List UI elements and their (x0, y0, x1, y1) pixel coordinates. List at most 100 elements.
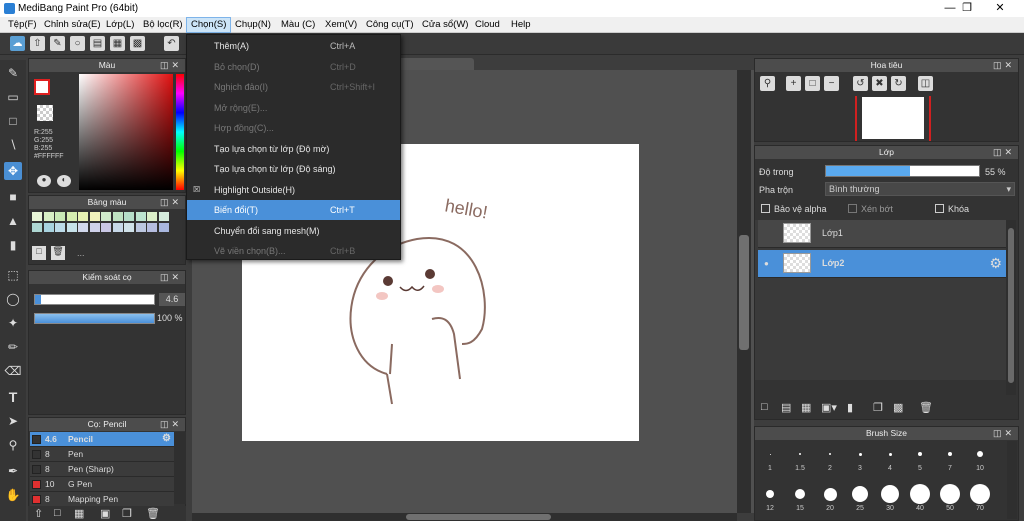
folder-icon[interactable]: ▮ (847, 401, 853, 414)
new-layer-icon[interactable]: □ (761, 401, 768, 413)
menu-option[interactable]: Biến đổi(T) Ctrl+T (187, 200, 400, 220)
panel-controls-icon[interactable]: ◫✕ (993, 59, 1015, 72)
brush-settings-icon[interactable]: ▦ (74, 507, 84, 520)
menu-tools[interactable]: Công cụ(T) (362, 17, 418, 33)
layer-list-scrollbar[interactable] (1006, 220, 1016, 395)
canvas-vertical-scrollbar[interactable] (737, 70, 751, 513)
brush-tool-icon[interactable]: ✎ (4, 64, 22, 82)
cloud-icon[interactable]: ☁ (10, 36, 25, 51)
color-history-icon[interactable]: ◐ (57, 175, 71, 187)
flip-icon[interactable]: ◫ (918, 76, 933, 91)
palette-swatch[interactable] (124, 223, 134, 232)
palette-swatch[interactable] (89, 223, 100, 232)
palette-swatch[interactable] (158, 212, 169, 221)
rotate-right-icon[interactable]: ↻ (891, 76, 906, 91)
layer-opacity-slider[interactable] (825, 165, 980, 177)
chat-icon[interactable]: ✎ (50, 36, 65, 51)
palette-swatch[interactable] (55, 212, 65, 221)
palette-swatch[interactable] (101, 223, 111, 232)
new-brush-icon[interactable]: □ (54, 507, 61, 519)
brush-size-option[interactable]: 30 (878, 483, 902, 512)
rotate-left-icon[interactable]: ↺ (853, 76, 868, 91)
zoom-fit-icon[interactable]: ⚲ (760, 76, 775, 91)
fill-rect-tool-icon[interactable]: ■ (4, 188, 22, 206)
canvas-vertical-thumb[interactable] (739, 235, 749, 350)
panel-controls-icon[interactable]: ◫✕ (993, 146, 1015, 159)
menu-select[interactable]: Chọn(S) (186, 17, 232, 33)
menu-window[interactable]: Cửa sổ(W) (418, 17, 472, 33)
page-icon[interactable]: ▤ (90, 36, 105, 51)
rotate-reset-icon[interactable]: ✖ (872, 76, 887, 91)
brush-item[interactable]: 8 Mapping Pen (30, 492, 174, 507)
rectangle-tool-icon[interactable]: □ (4, 112, 22, 130)
maximize-button[interactable]: ❐ (952, 0, 982, 17)
palette-swatch[interactable] (147, 212, 157, 221)
brush-size-option[interactable]: 4 (878, 443, 902, 472)
brush-size-option[interactable]: 1 (758, 443, 782, 472)
palette-swatch[interactable] (32, 223, 42, 232)
brush-size-slider[interactable] (34, 294, 155, 305)
menu-option[interactable]: Bỏ chọn(D) Ctrl+D (187, 57, 400, 77)
dropper-tool-icon[interactable]: ⚲ (4, 436, 22, 454)
palette-swatch[interactable] (78, 212, 88, 221)
menu-view[interactable]: Xem(V) (321, 17, 361, 33)
zoom-in-icon[interactable]: + (786, 76, 801, 91)
brush-item[interactable]: 4.6 Pencil ⚙ (30, 432, 174, 447)
brush-size-option[interactable]: 70 (968, 483, 992, 512)
brush-size-option[interactable]: 3 (848, 443, 872, 472)
brush-size-value[interactable]: 4.6 (159, 293, 185, 306)
palette-swatch[interactable] (55, 223, 65, 232)
menu-option[interactable]: ☒ Highlight Outside(H) (187, 180, 400, 200)
brush-size-option[interactable]: 12 (758, 483, 782, 512)
select-pen-tool-icon[interactable]: ✏ (4, 338, 22, 356)
line-tool-icon[interactable]: ∖ (4, 136, 22, 154)
close-button[interactable]: ✕ (985, 0, 1015, 17)
brush-size-option[interactable]: 5 (908, 443, 932, 472)
hand-tool-icon[interactable]: ✋ (4, 486, 22, 504)
menu-option[interactable]: Nghịch đảo(I) Ctrl+Shift+I (187, 77, 400, 97)
add-layer-menu-icon[interactable]: ▣▾ (821, 401, 837, 414)
menu-option[interactable]: Thêm(A) Ctrl+A (187, 36, 400, 56)
menu-cloud[interactable]: Cloud (471, 17, 504, 33)
move-tool-icon[interactable]: ✥ (4, 162, 22, 180)
brush-size-option[interactable]: 25 (848, 483, 872, 512)
new-palette-icon[interactable]: □ (32, 246, 46, 260)
menu-option[interactable]: Tạo lựa chọn từ lớp (Độ mờ) (187, 139, 400, 159)
menu-file[interactable]: Tệp(F) (4, 17, 41, 33)
brush-size-option[interactable]: 10 (968, 443, 992, 472)
panel-controls-icon[interactable]: ◫✕ (160, 271, 182, 284)
brush-size-scrollbar[interactable] (1007, 441, 1017, 519)
color-wheel-icon[interactable]: ● (37, 175, 51, 187)
palette-swatch[interactable] (32, 212, 42, 221)
select-rect-tool-icon[interactable]: ⬚ (4, 266, 22, 284)
folder-icon[interactable]: ▣ (100, 507, 110, 520)
layer-row[interactable]: Lớp1 (758, 220, 1006, 248)
palette-swatches[interactable] (32, 212, 172, 242)
palette-swatch[interactable] (112, 212, 123, 221)
brush-list-scrollbar[interactable] (174, 432, 186, 504)
palette-swatch[interactable] (135, 223, 146, 232)
panel-controls-icon[interactable]: ◫✕ (160, 418, 182, 431)
menu-edit[interactable]: Chỉnh sửa(E) (40, 17, 105, 33)
palette-swatch[interactable] (147, 223, 157, 232)
canvas-horizontal-scrollbar[interactable] (192, 513, 737, 521)
duplicate-layer-icon[interactable]: ❐ (873, 401, 883, 414)
new-halftone-layer-icon[interactable]: ▤ (781, 401, 791, 414)
layer-row[interactable]: ● Lớp2 ⚙ (758, 250, 1006, 278)
delete-brush-icon[interactable]: 🗑 (146, 507, 160, 520)
menu-filter[interactable]: Bộ lọc(R) (139, 17, 187, 33)
menu-option[interactable]: Tạo lựa chọn từ lớp (Độ sáng) (187, 159, 400, 179)
palette-swatch[interactable] (101, 212, 111, 221)
undo-icon[interactable]: ↶ (164, 36, 179, 51)
eyedropper-tool-icon[interactable]: ✒ (4, 462, 22, 480)
add-brush-icon[interactable]: ⇧ (34, 507, 43, 520)
saturation-value-picker[interactable] (79, 74, 173, 190)
visibility-icon[interactable]: ● (764, 259, 769, 268)
menu-capture[interactable]: Chụp(N) (231, 17, 275, 33)
brush-size-option[interactable]: 2 (818, 443, 842, 472)
brush-size-option[interactable]: 7 (938, 443, 962, 472)
menu-option[interactable]: Chuyển đổi sang mesh(M) (187, 221, 400, 241)
brush-size-option[interactable]: 40 (908, 483, 932, 512)
zoom-actual-icon[interactable]: □ (805, 76, 820, 91)
new-8bit-layer-icon[interactable]: ▦ (801, 401, 811, 414)
